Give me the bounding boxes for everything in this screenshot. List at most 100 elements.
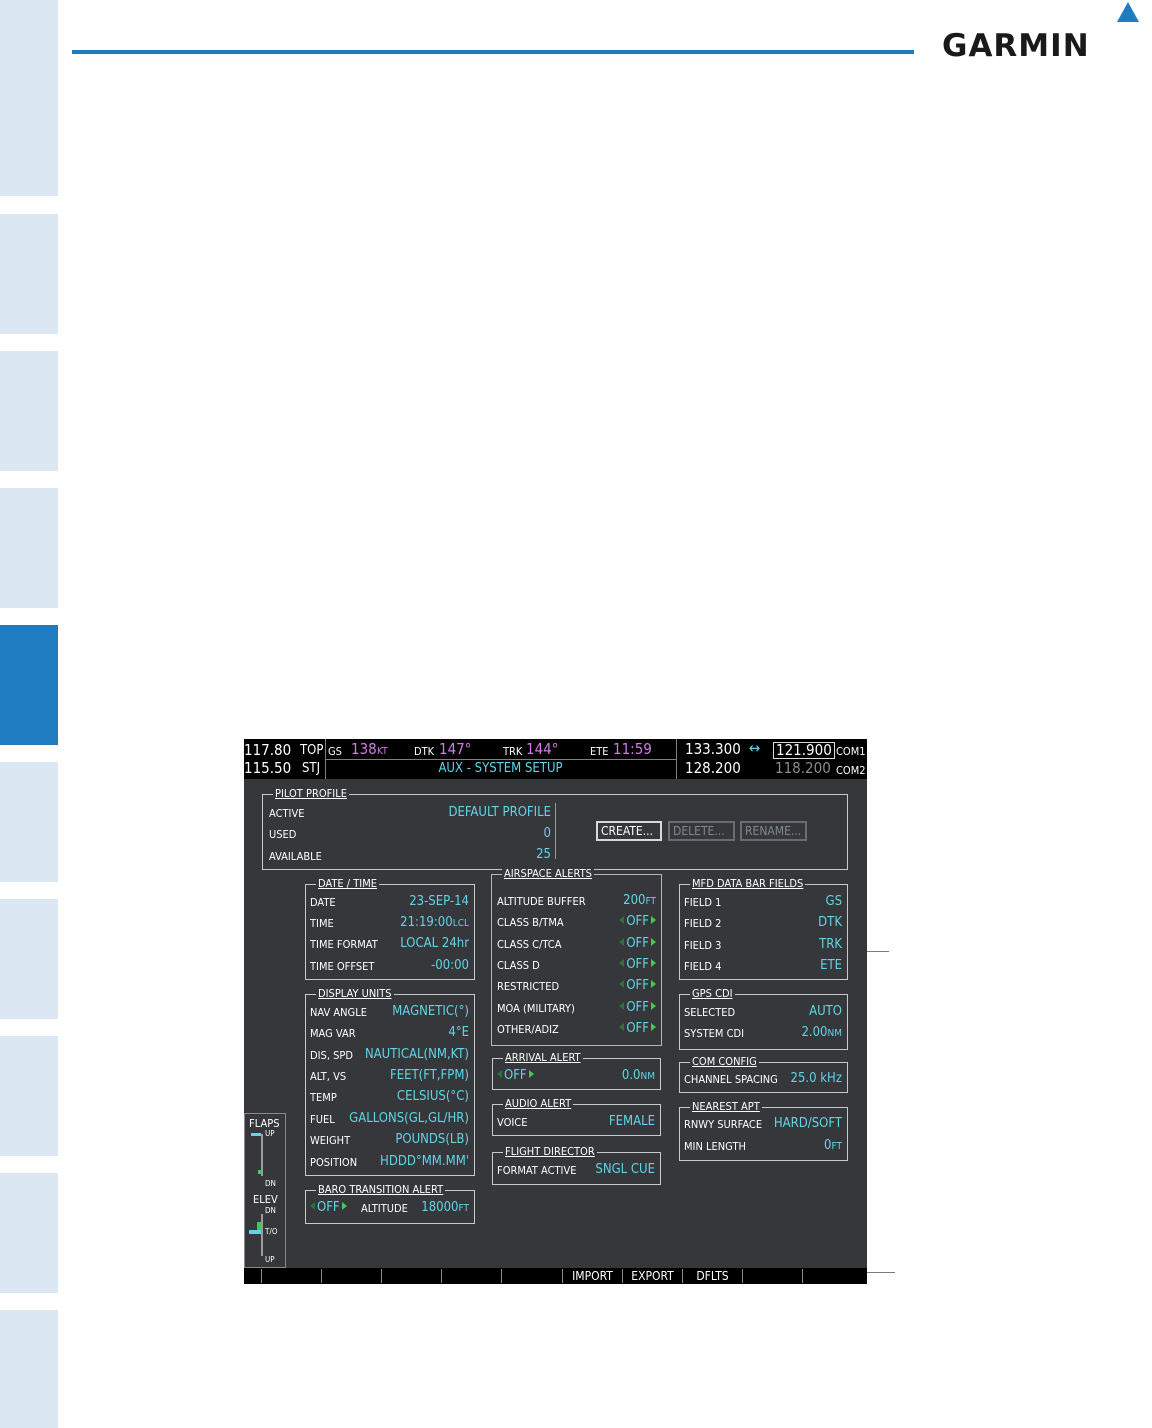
time-value[interactable]: 21:19:00 — [400, 915, 453, 930]
system-cdi-value: 2.00 — [801, 1025, 828, 1040]
time-offset-value[interactable]: -00:00 — [431, 959, 469, 972]
field-2-value[interactable]: DTK — [818, 916, 842, 929]
other-adiz-value: OFF — [626, 1021, 649, 1036]
baro-altitude-value[interactable]: 18000 — [421, 1200, 458, 1215]
temp-value[interactable]: CELSIUS(°C) — [397, 1090, 469, 1103]
baro-alert-toggle[interactable]: OFF — [310, 1201, 347, 1214]
time-offset-label: TIME OFFSET — [310, 960, 375, 973]
com1-label: COM1 — [836, 745, 866, 758]
left-arrow-icon — [310, 1202, 315, 1210]
class-b-toggle[interactable]: OFF — [619, 915, 656, 928]
section-tab-2[interactable] — [0, 214, 58, 334]
rename-profile-button[interactable]: RENAME... — [740, 821, 807, 841]
fuel-value[interactable]: GALLONS(GL,GL/HR) — [349, 1112, 469, 1125]
right-arrow-icon — [651, 916, 656, 924]
section-tab-5-active[interactable] — [0, 625, 58, 745]
gs-unit: KT — [377, 746, 388, 757]
restricted-toggle[interactable]: OFF — [619, 979, 656, 992]
flight-director-box: FLIGHT DIRECTOR FORMAT ACTIVE SNGL CUE — [492, 1146, 661, 1185]
system-cdi-unit: NM — [827, 1028, 843, 1039]
nav-angle-value[interactable]: MAGNETIC(°) — [392, 1005, 469, 1018]
other-adiz-toggle[interactable]: OFF — [619, 1022, 656, 1035]
export-softkey[interactable]: EXPORT — [623, 1268, 682, 1284]
time-unit: LCL — [452, 918, 469, 929]
right-arrow-icon — [341, 1202, 347, 1210]
arrival-alert-toggle[interactable]: OFF — [497, 1069, 534, 1082]
flaps-label: FLAPS — [249, 1117, 280, 1130]
class-d-toggle[interactable]: OFF — [619, 958, 656, 971]
com2-standby-freq[interactable]: 128.200 — [685, 761, 741, 776]
flaps-dn-label: DN — [265, 1179, 276, 1188]
class-d-value: OFF — [626, 957, 649, 972]
nearest-apt-box: NEAREST APT RNWY SURFACE HARD/SOFT MIN L… — [679, 1101, 848, 1161]
section-tab-3[interactable] — [0, 351, 58, 471]
alt-vs-value[interactable]: FEET(FT,FPM) — [390, 1069, 469, 1082]
softkey-bar: IMPORT EXPORT DFLTS — [244, 1268, 867, 1284]
pilot-profile-title: PILOT PROFILE — [273, 787, 349, 800]
field-1-label: FIELD 1 — [684, 896, 722, 909]
mag-var-value[interactable]: 4°E — [448, 1026, 469, 1039]
field-3-value[interactable]: TRK — [819, 938, 842, 951]
min-length-value[interactable]: 0 — [824, 1138, 831, 1153]
delete-profile-button[interactable]: DELETE... — [668, 821, 735, 841]
weight-value[interactable]: POUNDS(LB) — [395, 1133, 469, 1146]
left-arrow-icon — [497, 1070, 502, 1078]
com2-label: COM2 — [836, 764, 866, 777]
create-profile-button[interactable]: CREATE... — [596, 821, 662, 841]
field-4-value[interactable]: ETE — [820, 959, 842, 972]
class-c-toggle[interactable]: OFF — [619, 937, 656, 950]
section-tab-10[interactable] — [0, 1310, 58, 1428]
cdi-selected-label: SELECTED — [684, 1006, 736, 1019]
cdi-selected-value[interactable]: AUTO — [809, 1005, 842, 1018]
altitude-buffer-value[interactable]: 200 — [623, 893, 645, 908]
section-tab-6[interactable] — [0, 762, 58, 882]
arrival-alert-unit: NM — [640, 1071, 656, 1082]
arrival-alert-state: OFF — [504, 1068, 527, 1083]
nav-active-freq[interactable]: 117.80 — [244, 743, 291, 758]
time-format-value[interactable]: LOCAL 24hr — [400, 937, 469, 950]
dis-spd-value[interactable]: NAUTICAL(NM,KT) — [365, 1048, 469, 1061]
gps-cdi-box: GPS CDI SELECTED AUTO SYSTEM CDI 2.00NM — [679, 988, 848, 1050]
com1-active-freq[interactable]: 121.900 — [773, 742, 835, 759]
class-c-label: CLASS C/TCA — [497, 938, 562, 951]
dflts-softkey[interactable]: DFLTS — [683, 1268, 742, 1284]
right-arrow-icon — [651, 980, 656, 988]
channel-spacing-value[interactable]: 25.0 kHz — [791, 1072, 842, 1085]
section-tab-8[interactable] — [0, 1036, 58, 1156]
elev-to-label: T/O — [265, 1227, 278, 1236]
com1-standby-freq[interactable]: 133.300 — [685, 742, 741, 757]
profile-used-value: 0 — [543, 826, 551, 841]
rnwy-surface-value[interactable]: HARD/SOFT — [774, 1117, 842, 1130]
right-arrow-icon — [528, 1070, 534, 1078]
section-tab-4[interactable] — [0, 488, 58, 608]
date-value[interactable]: 23-SEP-14 — [409, 895, 469, 908]
left-arrow-icon — [619, 938, 625, 946]
nav-active-id: TOP — [300, 743, 324, 758]
arrival-alert-distance[interactable]: 0.0 — [622, 1068, 641, 1083]
format-active-value[interactable]: SNGL CUE — [595, 1163, 655, 1176]
section-tab-9[interactable] — [0, 1173, 58, 1293]
voice-value[interactable]: FEMALE — [609, 1115, 655, 1128]
dis-spd-label: DIS, SPD — [310, 1049, 353, 1062]
import-softkey[interactable]: IMPORT — [563, 1268, 622, 1284]
nav-standby-freq[interactable]: 115.50 — [244, 761, 291, 776]
flaps-position-indicator — [251, 1133, 261, 1136]
moa-toggle[interactable]: OFF — [619, 1001, 656, 1014]
section-tab-1[interactable] — [0, 0, 58, 196]
ete-value: 11:59 — [613, 740, 652, 758]
nav-standby-id: STJ — [302, 761, 321, 776]
moa-label: MOA (MILITARY) — [497, 1002, 575, 1015]
min-length-label: MIN LENGTH — [684, 1140, 746, 1153]
field-1-value[interactable]: GS — [826, 895, 843, 908]
arrival-alert-title: ARRIVAL ALERT — [503, 1051, 583, 1064]
right-arrow-icon — [651, 1002, 656, 1010]
position-value[interactable]: HDDD°MM.MM' — [380, 1155, 469, 1168]
right-arrow-icon — [651, 959, 656, 967]
alt-vs-label: ALT, VS — [310, 1070, 347, 1083]
section-tab-7[interactable] — [0, 899, 58, 1019]
profile-active-value[interactable]: DEFAULT PROFILE — [448, 806, 551, 819]
left-arrow-icon — [619, 1002, 625, 1010]
nav-angle-label: NAV ANGLE — [310, 1006, 367, 1019]
com-config-title: COM CONFIG — [690, 1055, 759, 1068]
com2-active-freq[interactable]: 118.200 — [775, 761, 831, 776]
